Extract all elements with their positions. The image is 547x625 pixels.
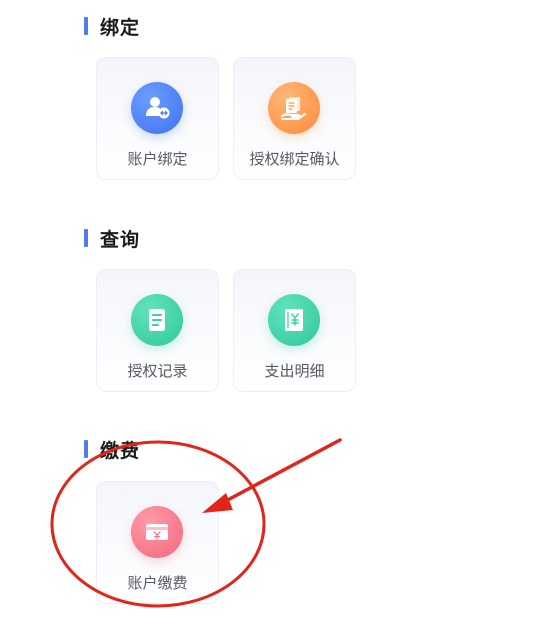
expense-detail-card[interactable]: 支出明细: [233, 269, 356, 392]
authorization-binding-confirm-card[interactable]: 授权绑定确认: [233, 57, 356, 180]
card-label: 支出明细: [264, 362, 325, 380]
yuan-book-icon: [268, 294, 320, 346]
annotation-arrow-shaft: [220, 438, 342, 505]
section-title-payment: 缴费: [100, 439, 141, 462]
account-binding-card[interactable]: 账户绑定: [96, 57, 219, 180]
card-label: 账户缴费: [127, 574, 188, 592]
section-accent-bar: [84, 229, 88, 247]
user-link-icon: [131, 82, 183, 134]
authorization-record-card[interactable]: 授权记录: [96, 269, 219, 392]
section-title-query: 查询: [100, 228, 141, 251]
section-header-query: 查询: [84, 226, 141, 251]
yuan-card-icon: [131, 506, 183, 558]
record-list-icon: [131, 294, 183, 346]
hand-document-icon: [268, 82, 320, 134]
card-label: 授权记录: [127, 362, 188, 380]
card-label: 账户绑定: [127, 150, 188, 168]
section-header-payment: 缴费: [84, 437, 141, 462]
section-title-binding: 绑定: [100, 16, 141, 39]
section-accent-bar: [84, 440, 88, 458]
account-payment-card[interactable]: 账户缴费: [96, 481, 219, 604]
section-accent-bar: [84, 17, 88, 35]
section-header-binding: 绑定: [84, 14, 141, 39]
card-label: 授权绑定确认: [249, 150, 340, 168]
